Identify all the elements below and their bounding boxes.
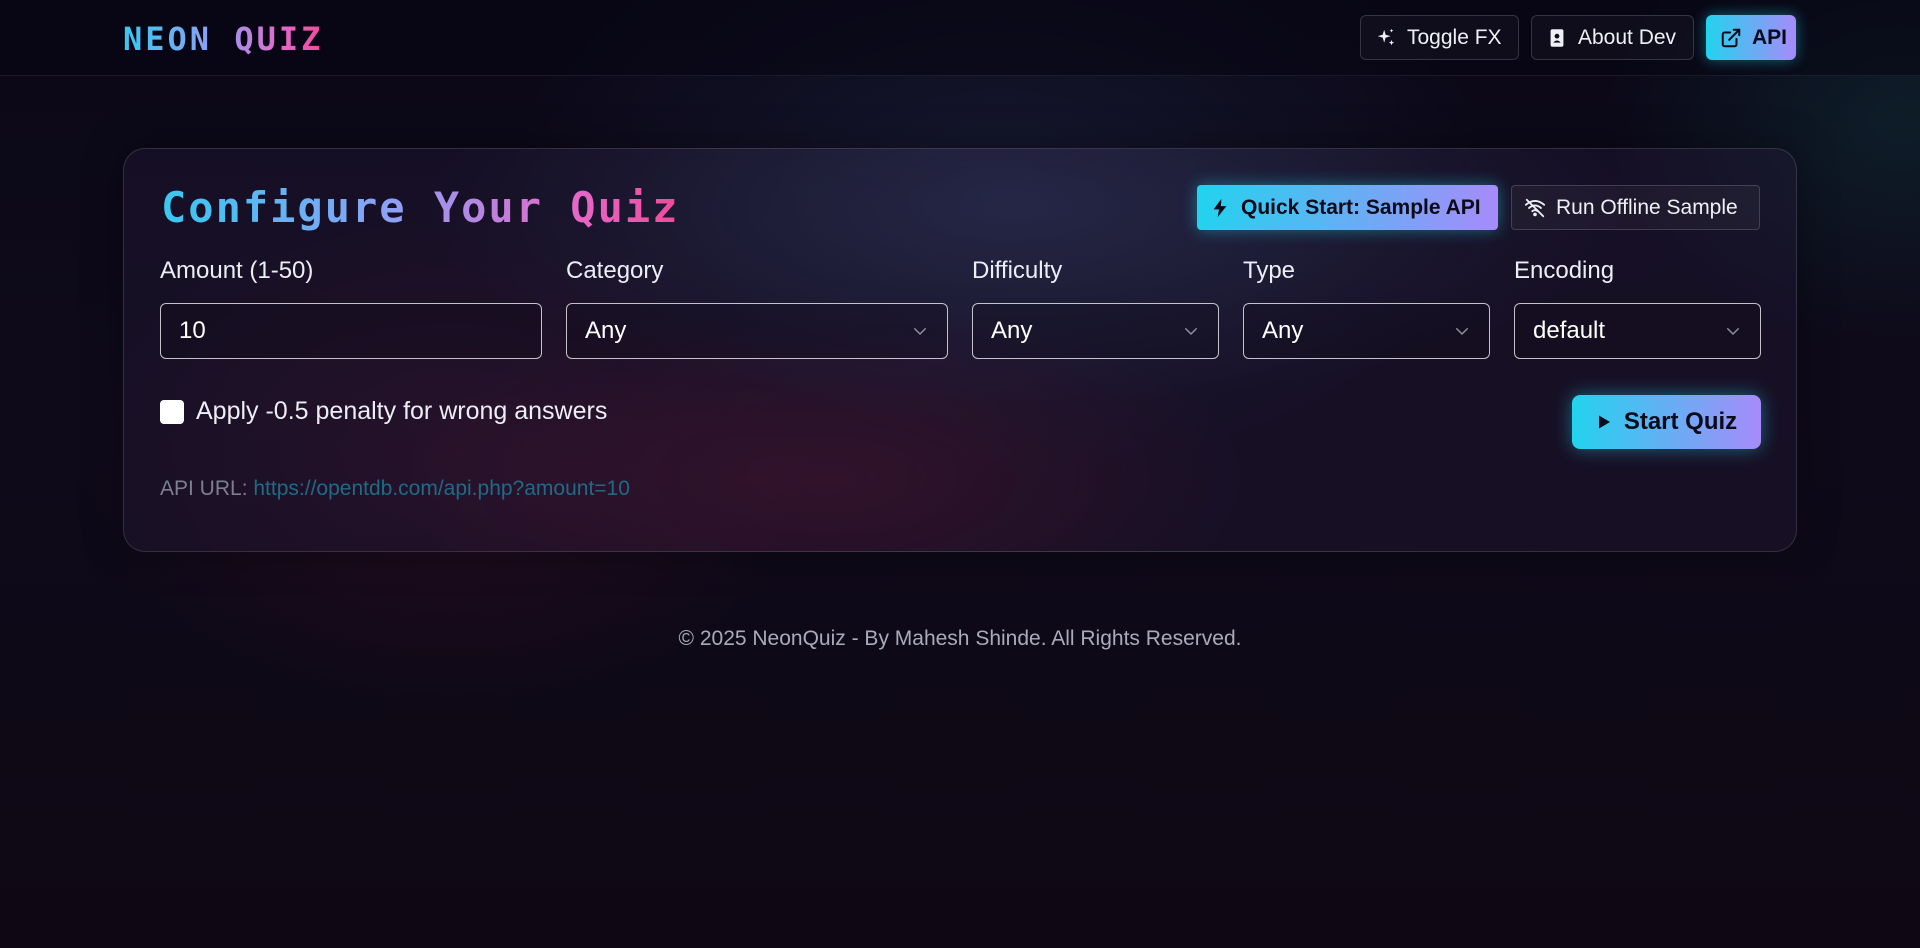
api-button[interactable]: API	[1706, 15, 1796, 60]
encoding-value: default	[1533, 317, 1606, 344]
footer-copyright: © 2025 NeonQuiz - By Mahesh Shinde. All …	[678, 627, 1242, 650]
bolt-icon	[1213, 198, 1227, 217]
api-url-prefix: API URL:	[160, 477, 248, 500]
category-select[interactable]: Any	[566, 303, 948, 359]
encoding-select[interactable]: default	[1514, 303, 1761, 359]
config-title: Configure Your Quiz	[161, 183, 680, 232]
start-quiz-button[interactable]: Start Quiz	[1572, 395, 1761, 449]
toggle-fx-button[interactable]: Toggle FX	[1360, 15, 1519, 60]
chevron-down-icon	[914, 328, 926, 335]
about-dev-button[interactable]: About Dev	[1531, 15, 1694, 60]
start-quiz-label: Start Quiz	[1623, 408, 1738, 435]
quick-start-button[interactable]: Quick Start: Sample API	[1197, 185, 1498, 230]
app-logo[interactable]: NEON QUIZ	[123, 20, 323, 58]
amount-input[interactable]: 10	[160, 303, 542, 359]
run-offline-label: Run Offline Sample	[1556, 195, 1738, 219]
toggle-fx-label: Toggle FX	[1407, 25, 1502, 49]
id-badge-icon	[1550, 28, 1564, 47]
amount-value: 10	[179, 317, 206, 344]
type-label: Type	[1243, 257, 1296, 284]
type-select[interactable]: Any	[1243, 303, 1490, 359]
category-label: Category	[566, 257, 664, 284]
run-offline-button[interactable]: Run Offline Sample	[1511, 185, 1760, 230]
about-dev-label: About Dev	[1578, 25, 1677, 49]
api-url-line: API URL: https://opentdb.com/api.php?amo…	[160, 477, 630, 501]
chevron-down-icon	[1185, 328, 1197, 335]
external-link-icon	[1721, 28, 1741, 47]
top-bar: NEON QUIZ Toggle FX About Dev API	[0, 0, 1920, 76]
difficulty-value: Any	[991, 317, 1033, 344]
difficulty-label: Difficulty	[972, 257, 1063, 284]
chevron-down-icon	[1727, 328, 1739, 335]
api-label: API	[1752, 25, 1788, 49]
api-url-link[interactable]: https://opentdb.com/api.php?amount=10	[253, 477, 630, 500]
type-value: Any	[1262, 317, 1304, 344]
difficulty-select[interactable]: Any	[972, 303, 1219, 359]
encoding-label: Encoding	[1514, 257, 1615, 284]
quiz-config-card: Configure Your Quiz Quick Start: Sample …	[123, 148, 1797, 552]
chevron-down-icon	[1456, 328, 1468, 335]
penalty-label[interactable]: Apply -0.5 penalty for wrong answers	[196, 397, 607, 426]
wifi-off-icon	[1524, 198, 1546, 217]
category-value: Any	[585, 317, 627, 344]
penalty-checkbox[interactable]	[160, 400, 184, 424]
amount-label: Amount (1-50)	[160, 257, 314, 284]
quick-start-label: Quick Start: Sample API	[1241, 195, 1481, 219]
play-icon	[1598, 415, 1610, 429]
sparkles-icon	[1377, 28, 1395, 45]
